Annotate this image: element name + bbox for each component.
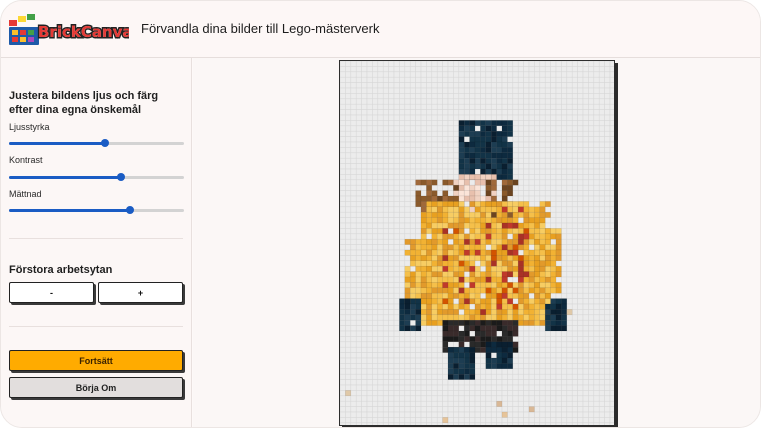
saturation-label: Mättnad — [9, 189, 42, 199]
contrast-label: Kontrast — [9, 155, 43, 165]
continue-button[interactable]: Fortsätt — [9, 350, 183, 371]
slider-thumb[interactable] — [117, 173, 125, 181]
app-tagline: Förvandla dina bilder till Lego-mästerve… — [141, 21, 380, 36]
svg-text:BrickCanvas: BrickCanvas — [38, 23, 129, 41]
contrast-slider[interactable] — [9, 172, 184, 182]
app-header: BrickCanvas BrickCanvas Förvandla dina b… — [1, 1, 760, 58]
zoom-in-button[interactable]: + — [98, 282, 183, 303]
slider-thumb[interactable] — [125, 206, 134, 214]
saturation-slider[interactable] — [9, 205, 184, 215]
zoom-out-button[interactable]: - — [9, 282, 94, 303]
lego-mosaic-image — [340, 61, 614, 425]
zoom-heading: Förstora arbetsytan — [9, 264, 113, 276]
brickcanvas-logo[interactable]: BrickCanvas BrickCanvas — [9, 13, 129, 47]
section-divider — [9, 326, 183, 327]
brightness-label: Ljusstyrka — [9, 122, 50, 132]
slider-thumb[interactable] — [101, 139, 110, 147]
lego-mosaic-board[interactable] — [339, 60, 615, 426]
restart-button[interactable]: Börja Om — [9, 377, 183, 398]
app-window: BrickCanvas BrickCanvas Förvandla dina b… — [0, 0, 761, 428]
section-divider — [9, 238, 183, 239]
brightness-slider[interactable] — [9, 138, 184, 148]
settings-sidebar: Justera bildens ljus och färg efter dina… — [1, 58, 192, 427]
adjust-heading: Justera bildens ljus och färg efter dina… — [9, 90, 159, 116]
